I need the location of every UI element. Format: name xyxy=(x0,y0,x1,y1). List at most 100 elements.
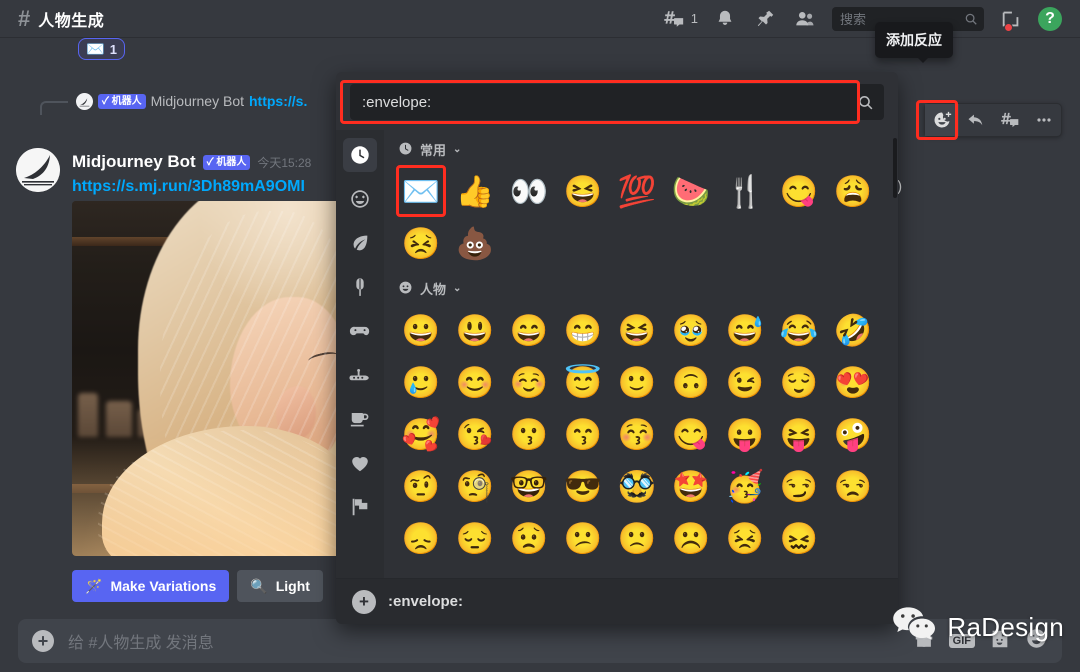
emoji-cell[interactable]: 😉 xyxy=(718,356,772,408)
reaction-pill[interactable]: ✉️ 1 xyxy=(78,38,125,60)
chevron-down-icon[interactable]: ⌄ xyxy=(453,283,461,294)
emoji-cell[interactable]: 😀 xyxy=(394,304,448,356)
emoji-cell[interactable]: 👍 xyxy=(448,165,502,217)
gif-icon[interactable]: GIF xyxy=(949,634,975,648)
emoji-cell[interactable]: 🙂 xyxy=(610,356,664,408)
emoji-cell[interactable]: 😆 xyxy=(610,304,664,356)
emoji-cell[interactable]: 😣 xyxy=(718,512,772,564)
add-reaction-icon[interactable] xyxy=(925,104,959,136)
emoji-cell[interactable]: 😁 xyxy=(556,304,610,356)
emoji-cell[interactable]: 😋 xyxy=(772,165,826,217)
attach-icon[interactable]: + xyxy=(32,630,54,652)
emoji-cell[interactable]: 🥰 xyxy=(394,408,448,460)
emoji-cell[interactable]: 😟 xyxy=(502,512,556,564)
emoji-cell[interactable]: 😞 xyxy=(394,512,448,564)
message-link[interactable]: https://s.mj.run/3Dh89mA9OMI xyxy=(72,178,305,196)
emoji-cell[interactable]: 😒 xyxy=(826,460,880,512)
chevron-down-icon[interactable]: ⌄ xyxy=(453,144,461,155)
emoji-cell[interactable]: 🥳 xyxy=(718,460,772,512)
emoji-grid-scroll[interactable]: 常用 ⌄ ✉️👍👀😆💯🍉🍴😋😩😣💩 人物 ⌄ 😀😃😄😁😆🥹😅😂🤣🥲😊☺ xyxy=(384,130,898,578)
emoji-cell[interactable]: 😍 xyxy=(826,356,880,408)
add-emoji-icon[interactable]: + xyxy=(352,590,376,614)
emoji-search-input[interactable]: :envelope: xyxy=(350,84,884,120)
scrollbar[interactable] xyxy=(893,138,897,198)
message-input[interactable]: + 给 #人物生成 发消息 GIF xyxy=(18,619,1062,663)
activity-category[interactable] xyxy=(343,314,377,348)
nature-category[interactable] xyxy=(343,226,377,260)
emoji-section-header-recent[interactable]: 常用 ⌄ xyxy=(394,130,892,165)
emoji-cell[interactable]: 😃 xyxy=(448,304,502,356)
travel-category[interactable] xyxy=(343,358,377,392)
emoji-cell[interactable]: 😅 xyxy=(718,304,772,356)
people-category[interactable] xyxy=(343,182,377,216)
symbols-category[interactable] xyxy=(343,446,377,480)
emoji-cell[interactable]: 😣 xyxy=(394,217,448,269)
emoji-cell[interactable]: 😛 xyxy=(718,408,772,460)
flags-category[interactable] xyxy=(343,490,377,524)
food-category[interactable] xyxy=(343,270,377,304)
emoji-cell[interactable]: 😊 xyxy=(448,356,502,408)
emoji-cell[interactable]: 🤨 xyxy=(394,460,448,512)
emoji-cell[interactable]: ✉️ xyxy=(394,165,448,217)
avatar[interactable] xyxy=(16,148,60,192)
emoji-cell[interactable]: 😚 xyxy=(610,408,664,460)
emoji-cell[interactable]: 🥲 xyxy=(394,356,448,408)
emoji-cell[interactable]: 😩 xyxy=(826,165,880,217)
emoji-section-header-people[interactable]: 人物 ⌄ xyxy=(394,269,892,304)
emoji-cell[interactable]: 😗 xyxy=(502,408,556,460)
emoji-cell[interactable]: 🤓 xyxy=(502,460,556,512)
emoji-cell[interactable]: 😙 xyxy=(556,408,610,460)
pin-icon[interactable] xyxy=(752,6,778,32)
emoji-cell[interactable]: 😎 xyxy=(556,460,610,512)
more-icon[interactable] xyxy=(1027,104,1061,136)
emoji-cell[interactable]: 👀 xyxy=(502,165,556,217)
bell-icon[interactable] xyxy=(712,6,738,32)
thread-icon[interactable] xyxy=(993,104,1027,136)
emoji-cell[interactable]: 😖 xyxy=(772,512,826,564)
emoji-cell[interactable]: 😕 xyxy=(556,512,610,564)
emoji-cell[interactable]: 🥸 xyxy=(610,460,664,512)
emoji-cell[interactable]: 😌 xyxy=(772,356,826,408)
gift-icon[interactable] xyxy=(913,628,935,655)
message-attachment-image[interactable] xyxy=(72,201,340,556)
emoji-cell[interactable]: 🙁 xyxy=(610,512,664,564)
emoji-cell[interactable]: ☺️ xyxy=(502,356,556,408)
reply-spine xyxy=(40,101,68,115)
make-variations-button[interactable]: 🪄 Make Variations xyxy=(72,570,229,602)
emoji-cell[interactable]: 💩 xyxy=(448,217,502,269)
sticker-icon[interactable] xyxy=(989,628,1011,655)
emoji-cell[interactable]: 😆 xyxy=(556,165,610,217)
emoji-cell[interactable]: 🙃 xyxy=(664,356,718,408)
message-author[interactable]: Midjourney Bot xyxy=(72,152,196,172)
help-icon[interactable]: ? xyxy=(1038,7,1062,31)
emoji-cell[interactable]: 😔 xyxy=(448,512,502,564)
emoji-cell[interactable]: 😄 xyxy=(502,304,556,356)
emoji-cell[interactable]: 😘 xyxy=(448,408,502,460)
emoji-cell[interactable]: 🤪 xyxy=(826,408,880,460)
emoji-cell[interactable]: 😝 xyxy=(772,408,826,460)
emoji-cell[interactable]: ☹️ xyxy=(664,512,718,564)
emoji-cell[interactable]: 😏 xyxy=(772,460,826,512)
emoji-cell[interactable]: 🤩 xyxy=(664,460,718,512)
emoji-cell[interactable]: 🥹 xyxy=(664,304,718,356)
emoji-cell[interactable]: 🤣 xyxy=(826,304,880,356)
emoji-cell[interactable]: 😂 xyxy=(772,304,826,356)
reply-reference[interactable]: ✓ 机器人 Midjourney Bot https://s. xyxy=(40,90,370,112)
light-upscale-button[interactable]: 🔍 Light xyxy=(237,570,323,602)
emoji-icon[interactable] xyxy=(1025,627,1048,655)
reply-link-fragment[interactable]: https://s. xyxy=(249,93,307,109)
threads-icon[interactable] xyxy=(661,6,687,32)
button-label: Make Variations xyxy=(110,578,216,594)
reply-icon[interactable] xyxy=(959,104,993,136)
magnifier-icon xyxy=(857,94,874,111)
emoji-cell[interactable]: 😋 xyxy=(664,408,718,460)
inbox-icon[interactable] xyxy=(998,6,1024,32)
recent-category[interactable] xyxy=(343,138,377,172)
objects-category[interactable] xyxy=(343,402,377,436)
emoji-cell[interactable]: 🍴 xyxy=(718,165,772,217)
members-icon[interactable] xyxy=(792,6,818,32)
emoji-cell[interactable]: 💯 xyxy=(610,165,664,217)
emoji-cell[interactable]: 😇 xyxy=(556,356,610,408)
emoji-cell[interactable]: 🍉 xyxy=(664,165,718,217)
emoji-cell[interactable]: 🧐 xyxy=(448,460,502,512)
